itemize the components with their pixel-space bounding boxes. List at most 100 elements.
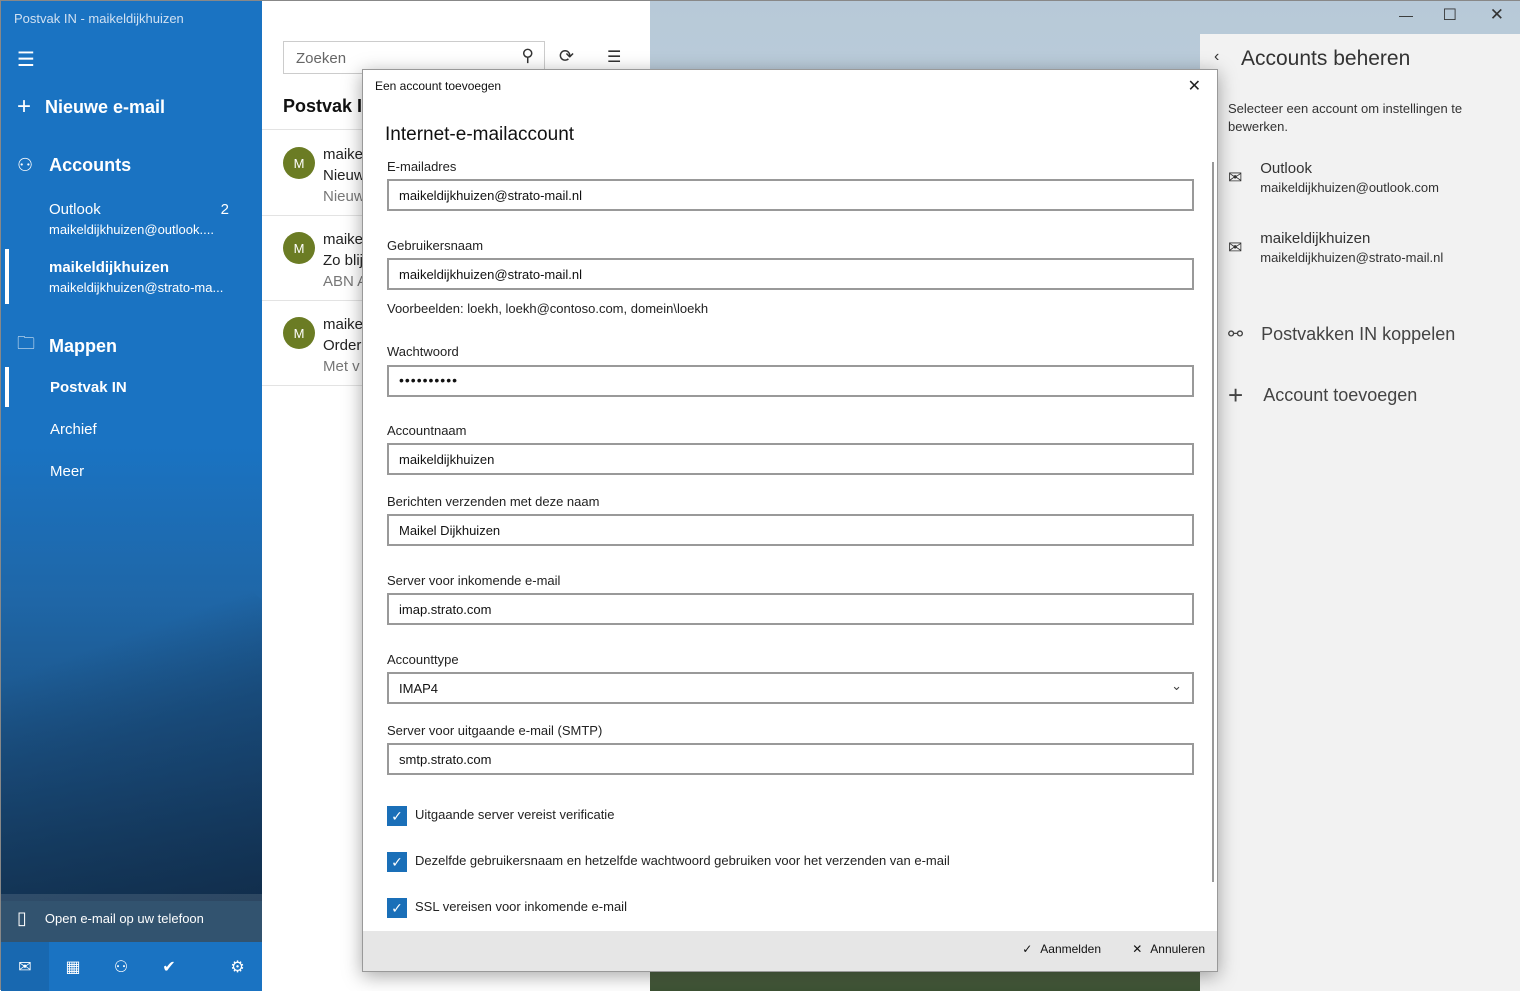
account-name: maikeldijkhuizen <box>1260 230 1371 247</box>
account-item-outlook[interactable]: ✉ Outlook maikeldijkhuizen@outlook.com <box>1228 160 1439 195</box>
calendar-icon[interactable]: ▦ <box>49 957 97 977</box>
close-icon[interactable]: ✕ <box>1490 5 1504 25</box>
checkbox-label: Uitgaande server vereist verificatie <box>415 807 615 822</box>
email-field[interactable]: maikeldijkhuizen@strato-mail.nl <box>387 179 1194 211</box>
list-item[interactable]: M maike Order Met v <box>283 314 363 377</box>
back-icon[interactable]: ‹ <box>1214 48 1219 66</box>
folders-button[interactable]: 🗀 Mappen <box>17 331 117 361</box>
account-type-label: Accounttype <box>387 652 459 667</box>
panel-description: Selecteer een account om instellingen te… <box>1228 101 1463 134</box>
checkbox-label: Dezelfde gebruikersnaam en hetzelfde wac… <box>415 853 950 868</box>
cancel-icon: ✕ <box>1132 942 1143 956</box>
message-subject: Zo blij <box>323 252 364 269</box>
folder-more[interactable]: Meer <box>50 463 84 480</box>
select-mode-icon[interactable]: ☰ <box>607 47 621 67</box>
username-examples: Voorbeelden: loekh, loekh@contoso.com, d… <box>387 301 709 316</box>
search-icon[interactable]: ⚲ <box>522 46 534 66</box>
folders-label: Mappen <box>49 335 118 356</box>
new-mail-label: Nieuwe e-mail <box>45 96 166 117</box>
dialog-close-icon[interactable]: ✕ <box>1188 76 1201 96</box>
sign-in-button[interactable]: ✓ Aanmelden <box>1022 942 1101 956</box>
message-from: maike <box>323 146 364 163</box>
minimize-icon[interactable]: — <box>1399 7 1413 23</box>
sidebar: Postvak IN - maikeldijkhuizen ☰ + Nieuwe… <box>1 1 262 991</box>
message-subject: Order <box>323 337 362 354</box>
plus-icon: + <box>17 93 32 120</box>
message-preview: Nieuw <box>323 188 365 205</box>
incoming-server-field[interactable]: imap.strato.com <box>387 593 1194 625</box>
background-mountain <box>1 492 262 901</box>
username-field[interactable]: maikeldijkhuizen@strato-mail.nl <box>387 258 1194 290</box>
phone-icon: ▯ <box>17 907 27 928</box>
mail-icon[interactable]: ✉ <box>1 942 49 991</box>
maximize-icon[interactable]: ☐ <box>1443 5 1457 25</box>
sync-icon[interactable]: ⟳ <box>559 46 574 67</box>
avatar: M <box>283 317 315 349</box>
list-item[interactable]: M maike Zo blij ABN A <box>283 229 367 292</box>
password-field[interactable]: •••••••••• <box>387 365 1194 397</box>
link-inboxes-button[interactable]: ⚯ Postvakken IN koppelen <box>1228 324 1455 345</box>
unread-count: 2 <box>220 201 229 218</box>
password-label: Wachtwoord <box>387 344 459 359</box>
selection-indicator <box>5 367 9 407</box>
title-bar: — ☐ ✕ <box>650 1 1520 34</box>
sidebar-account-outlook[interactable]: Outlook 2 maikeldijkhuizen@outlook.... <box>49 201 229 237</box>
add-account-button[interactable]: + Account toevoegen <box>1228 380 1417 411</box>
account-email: maikeldijkhuizen@strato-mail.nl <box>1260 250 1444 265</box>
new-mail-button[interactable]: + Nieuwe e-mail <box>17 93 165 121</box>
sendername-label: Berichten verzenden met deze naam <box>387 494 600 509</box>
checkbox-same-credentials[interactable]: ✓ <box>387 852 407 872</box>
avatar: M <box>283 232 315 264</box>
check-icon: ✓ <box>1022 942 1033 956</box>
message-preview: Met v <box>323 358 360 375</box>
manage-accounts-panel: ‹ Accounts beheren Selecteer een account… <box>1200 34 1520 991</box>
outgoing-server-field[interactable]: smtp.strato.com <box>387 743 1194 775</box>
account-item-strato[interactable]: ✉ maikeldijkhuizen maikeldijkhuizen@strat… <box>1228 230 1443 265</box>
sendername-field[interactable]: Maikel Dijkhuizen <box>387 514 1194 546</box>
cancel-button[interactable]: ✕ Annuleren <box>1132 942 1205 956</box>
dialog-footer: ✓ Aanmelden ✕ Annuleren <box>363 931 1217 971</box>
mail-icon: ✉ <box>1228 237 1243 257</box>
message-subject: Nieuw <box>323 167 365 184</box>
mail-icon: ✉ <box>1228 167 1243 187</box>
account-email: maikeldijkhuizen@outlook.com <box>1260 180 1439 195</box>
outgoing-server-label: Server voor uitgaande e-mail (SMTP) <box>387 723 603 738</box>
phone-link-label: Open e-mail op uw telefoon <box>44 910 204 926</box>
accounts-button[interactable]: ⚇ Accounts <box>17 155 131 176</box>
plus-icon: + <box>1228 380 1244 410</box>
add-account-dialog: Een account toevoegen ✕ Internet-e-maila… <box>362 69 1218 972</box>
checkbox-ssl-incoming[interactable]: ✓ <box>387 898 407 918</box>
list-item[interactable]: M maike Nieuw Nieuw <box>283 144 365 207</box>
message-from: maike <box>323 231 364 248</box>
add-account-label: Account toevoegen <box>1263 385 1418 405</box>
settings-icon[interactable]: ⚙ <box>193 957 262 977</box>
message-preview: ABN A <box>323 273 368 290</box>
account-email: maikeldijkhuizen@outlook.... <box>49 222 214 237</box>
sidebar-account-strato[interactable]: maikeldijkhuizen maikeldijkhuizen@strato… <box>49 259 249 295</box>
scrollbar[interactable] <box>1212 162 1214 882</box>
todo-icon[interactable]: ✔ <box>145 957 193 977</box>
people-icon[interactable]: ⚇ <box>97 957 145 977</box>
chevron-down-icon: ⌄ <box>1171 678 1182 693</box>
message-from: maike <box>323 316 364 333</box>
accountname-field[interactable]: maikeldijkhuizen <box>387 443 1194 475</box>
sign-in-label: Aanmelden <box>1040 942 1101 956</box>
hamburger-menu-icon[interactable]: ☰ <box>17 47 35 72</box>
account-type-select[interactable]: IMAP4 ⌄ <box>387 672 1194 704</box>
link-inboxes-label: Postvakken IN koppelen <box>1261 324 1456 344</box>
folder-archive[interactable]: Archief <box>50 421 97 438</box>
account-email: maikeldijkhuizen@strato-ma... <box>49 280 224 295</box>
open-on-phone-button[interactable]: ▯ Open e-mail op uw telefoon <box>1 894 262 942</box>
account-name: Outlook <box>49 201 101 218</box>
accounts-label: Accounts <box>49 155 132 175</box>
accountname-label: Accountnaam <box>387 423 467 438</box>
avatar: M <box>283 147 315 179</box>
dialog-title: Een account toevoegen <box>375 79 502 93</box>
checkbox-label: SSL vereisen voor inkomende e-mail <box>415 899 627 914</box>
email-label: E-mailadres <box>387 159 457 174</box>
link-icon: ⚯ <box>1228 324 1244 344</box>
checkbox-outgoing-auth[interactable]: ✓ <box>387 806 407 826</box>
folder-inbox[interactable]: Postvak IN <box>50 379 127 396</box>
incoming-server-label: Server voor inkomende e-mail <box>387 573 561 588</box>
cancel-label: Annuleren <box>1150 942 1205 956</box>
